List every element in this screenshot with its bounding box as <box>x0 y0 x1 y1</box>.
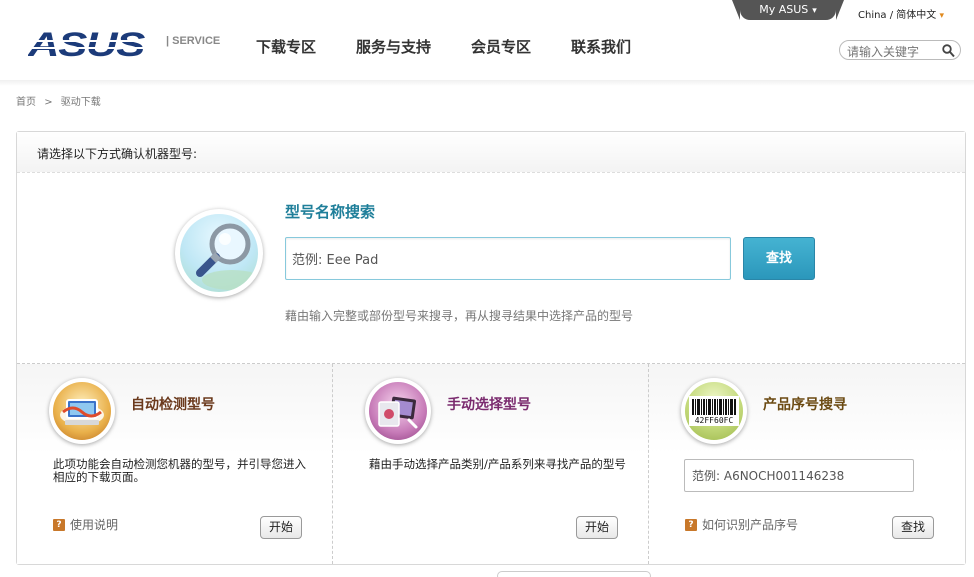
manual-select-start-button[interactable]: 开始 <box>576 516 618 539</box>
barcode-text: 42FF60FC <box>695 416 734 425</box>
serial-search-button[interactable]: 查找 <box>892 516 934 539</box>
panel-header: 请选择以下方式确认机器型号: <box>17 132 965 173</box>
magnifier-icon <box>175 209 263 297</box>
auto-detect-description: 此项功能会自动检测您机器的型号，并引导您进入相应的下载页面。 <box>53 457 306 484</box>
serial-help-label: 如何识别产品序号 <box>702 518 799 532</box>
barcode-icon: 42FF60FC <box>681 378 747 444</box>
model-search-hint: 藉由输入完整或部份型号来搜寻，再从搜寻结果中选择产品的型号 <box>285 309 634 323</box>
serial-search-section: 42FF60FC 产品序号搜寻 ? 如何识别产品序号 查找 <box>649 364 965 564</box>
model-search-title: 型号名称搜索 <box>285 203 376 221</box>
driver-lookup-panel: 请选择以下方式确认机器型号: 型号名称搜索 查找 藉由输入完整或部份型号来搜寻，… <box>16 131 966 565</box>
region-label: China / 简体中文 <box>858 10 937 21</box>
bottom-element-partial <box>497 571 651 577</box>
nav-item-contact[interactable]: 联系我们 <box>571 36 631 57</box>
model-search-input[interactable] <box>292 238 722 278</box>
auto-detect-title: 自动检测型号 <box>131 397 215 413</box>
nav-item-downloads[interactable]: 下载专区 <box>256 36 316 57</box>
breadcrumb-home[interactable]: 首页 <box>16 97 36 108</box>
help-icon: ? <box>685 518 697 531</box>
model-name-search-section: 型号名称搜索 查找 藉由输入完整或部份型号来搜寻，再从搜寻结果中选择产品的型号 <box>17 173 965 364</box>
auto-detect-help-link[interactable]: ? 使用说明 <box>53 516 118 533</box>
breadcrumb: 首页 > 驱动下载 <box>16 93 106 108</box>
model-search-field <box>285 237 731 280</box>
site-search-input[interactable] <box>847 43 943 61</box>
myasus-caret-icon: ▾ <box>812 6 817 16</box>
site-header: My ASUS ▾ China / 简体中文 ▾ ASUS | SERVICE 下… <box>0 0 974 84</box>
serial-search-field <box>684 459 914 492</box>
asus-logo-graphic: ASUS <box>27 26 148 64</box>
manual-select-section: 手动选择型号 藉由手动选择产品类别/产品系列来寻找产品的型号 开始 <box>333 364 649 564</box>
manual-select-icon <box>365 378 431 444</box>
nav-item-service-support[interactable]: 服务与支持 <box>356 36 431 57</box>
breadcrumb-current: 驱动下载 <box>60 97 101 108</box>
panel-heading: 请选择以下方式确认机器型号: <box>37 147 198 161</box>
manual-select-title: 手动选择型号 <box>447 397 531 413</box>
auto-detect-help-label: 使用说明 <box>70 518 119 532</box>
logo-text: ASUS <box>28 28 146 60</box>
auto-detect-start-button[interactable]: 开始 <box>260 516 302 539</box>
help-icon: ? <box>53 518 65 531</box>
serial-number-input[interactable] <box>692 460 912 491</box>
breadcrumb-separator: > <box>44 97 53 108</box>
auto-detect-icon <box>49 378 115 444</box>
myasus-tab[interactable]: My ASUS ▾ <box>732 0 844 20</box>
serial-help-link[interactable]: ? 如何识别产品序号 <box>685 516 798 533</box>
myasus-label: My ASUS <box>759 3 809 16</box>
header-divider <box>0 80 974 86</box>
model-search-button[interactable]: 查找 <box>743 237 815 280</box>
auto-detect-section: 自动检测型号 此项功能会自动检测您机器的型号，并引导您进入相应的下载页面。 ? … <box>17 364 333 564</box>
region-selector[interactable]: China / 简体中文 ▾ <box>858 6 944 21</box>
serial-search-title: 产品序号搜寻 <box>763 397 847 413</box>
main-nav: 下载专区 服务与支持 会员专区 联系我们 <box>256 36 671 57</box>
site-search <box>839 40 961 62</box>
service-label: | SERVICE <box>166 35 221 47</box>
asus-logo[interactable]: ASUS <box>27 26 154 64</box>
search-icon[interactable] <box>942 43 955 62</box>
manual-select-description: 藉由手动选择产品类别/产品系列来寻找产品的型号 <box>369 457 626 471</box>
nav-item-members[interactable]: 会员专区 <box>471 36 531 57</box>
region-arrow-icon: ▾ <box>939 11 945 21</box>
